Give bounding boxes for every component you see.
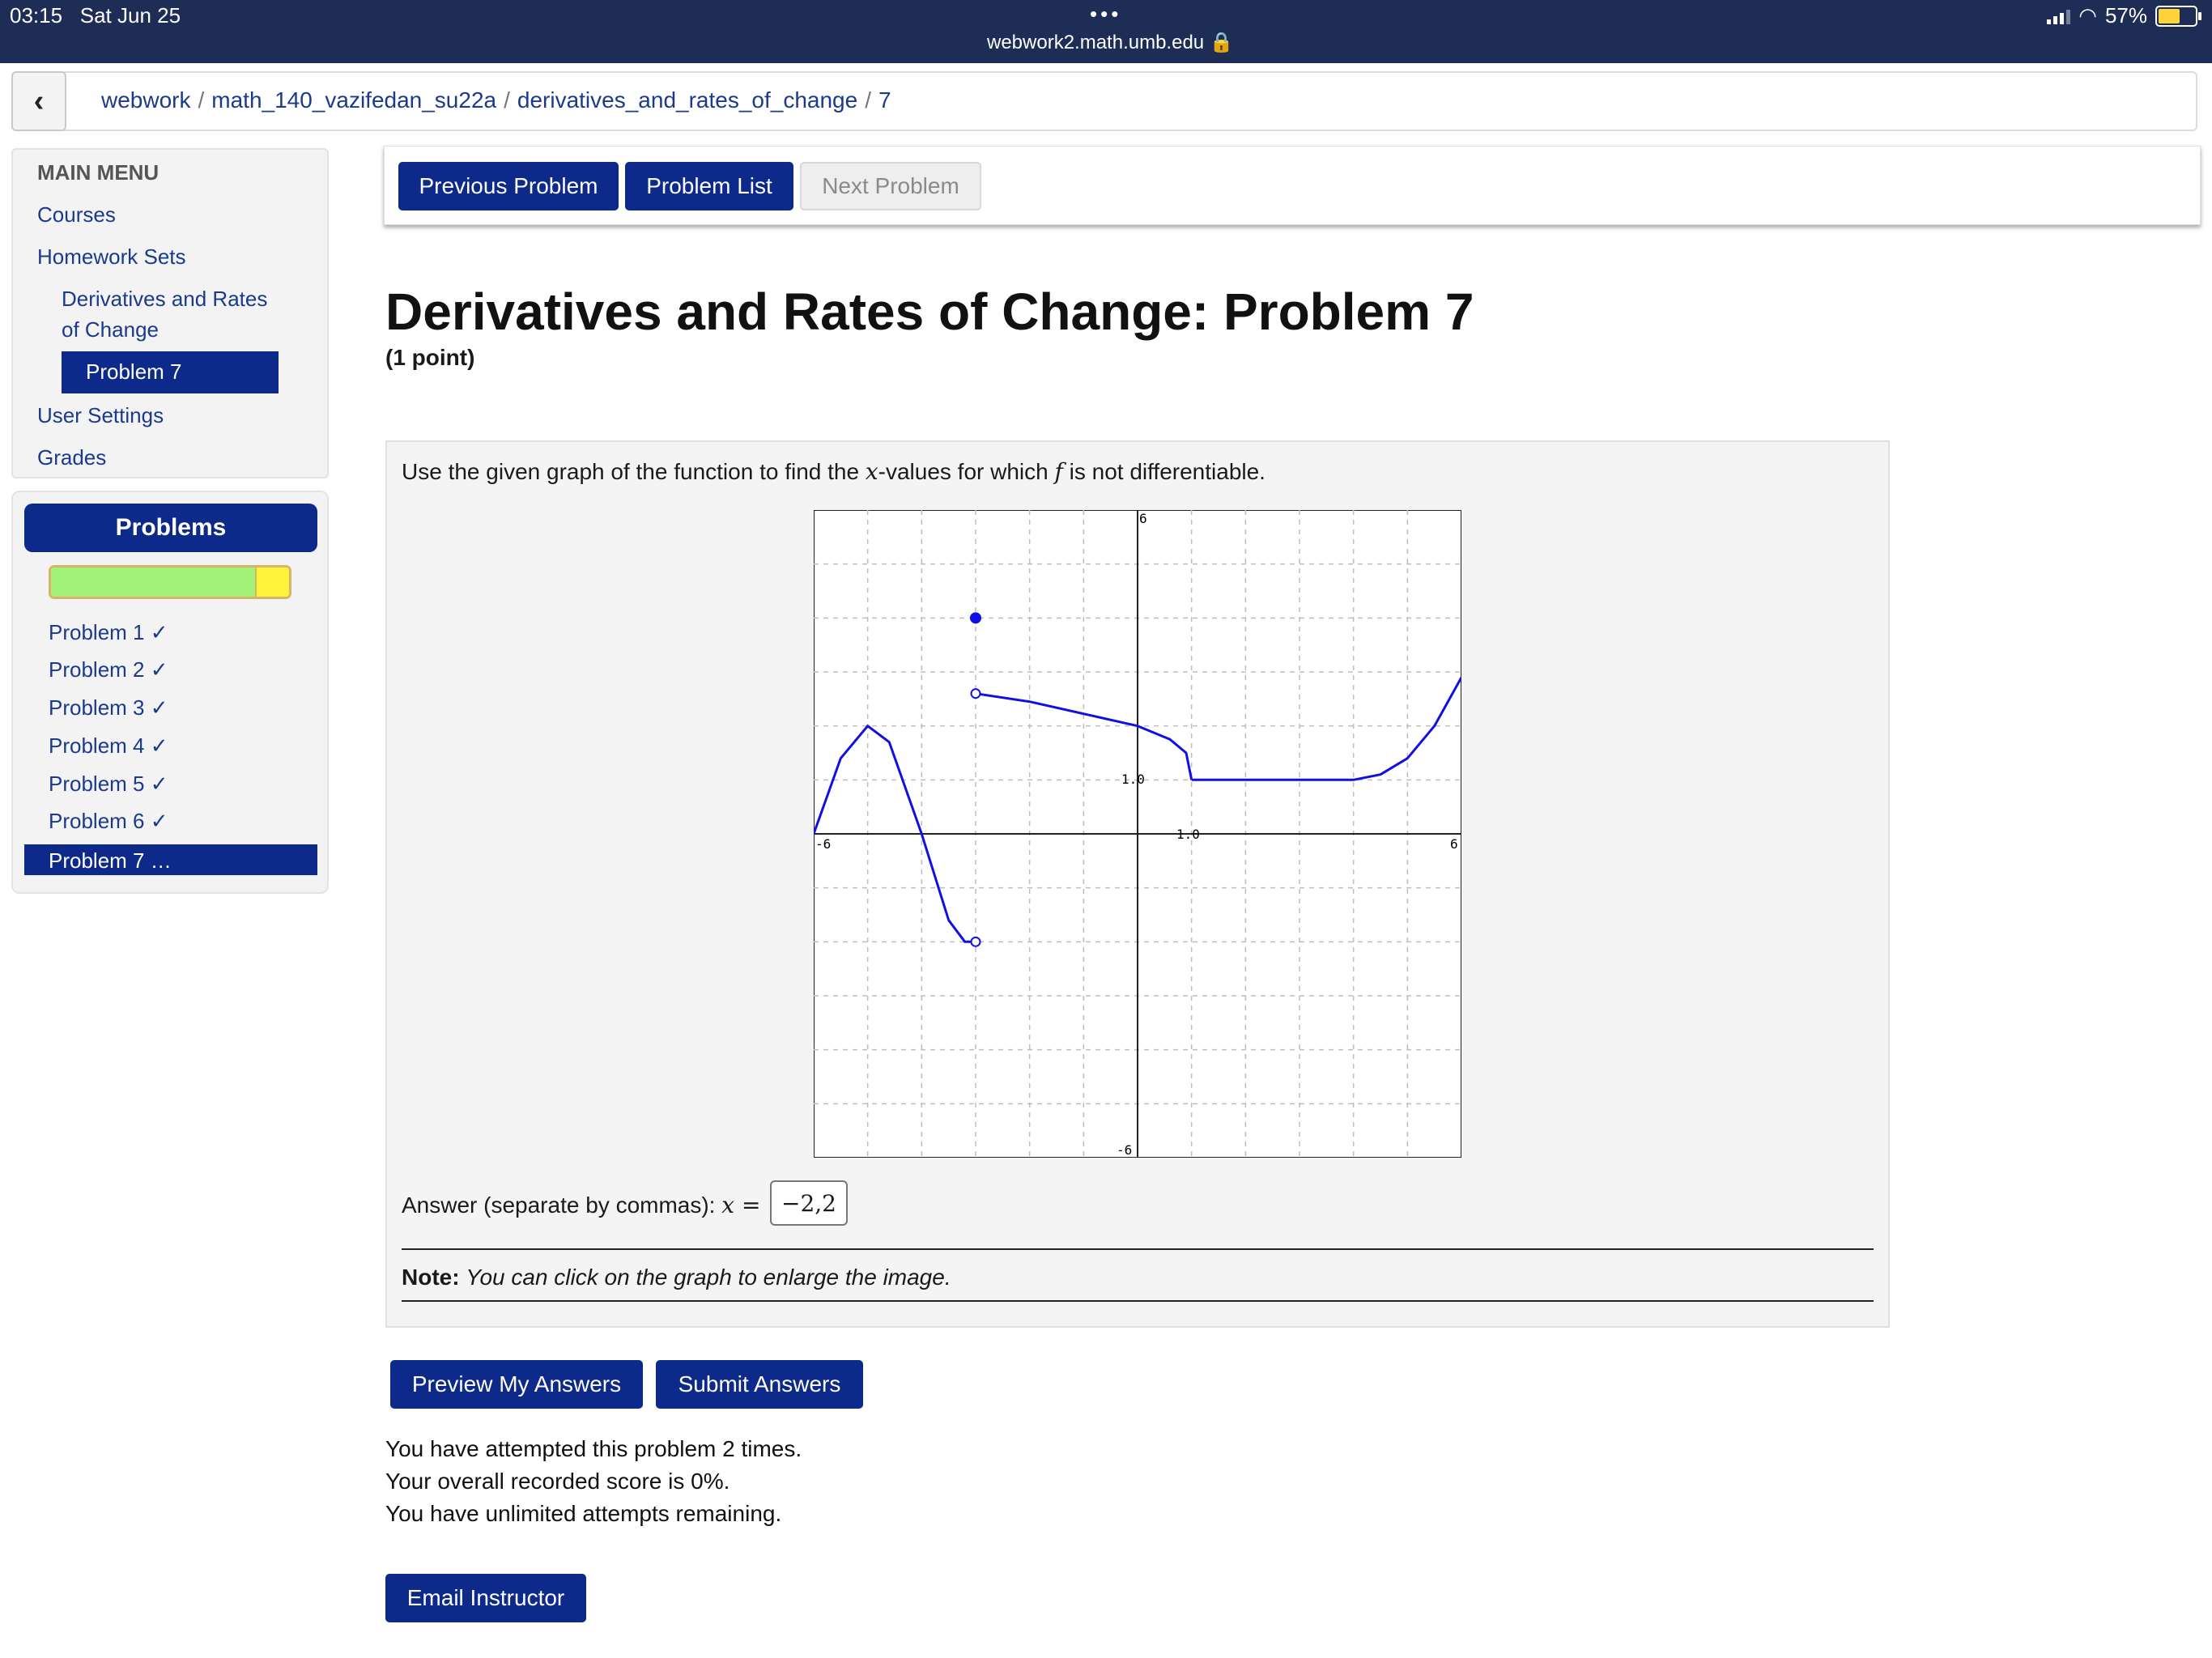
- status-bar: 03:15 Sat Jun 25 ••• webwork2.math.umb.e…: [0, 0, 2212, 63]
- email-instructor-button[interactable]: Email Instructor: [385, 1574, 586, 1622]
- address-url[interactable]: webwork2.math.umb.edu 🔒: [987, 31, 1234, 54]
- progress-attempted: [254, 568, 289, 597]
- x-max-label: 6: [1450, 836, 1458, 852]
- x-min-label: -6: [815, 836, 831, 852]
- answer-label: Answer (separate by commas): x =: [402, 1192, 761, 1218]
- function-graph[interactable]: 6 -6 -6 6 1.0 1.0: [814, 510, 1461, 1158]
- wifi-icon: ◠: [2078, 3, 2097, 28]
- breadcrumb-course[interactable]: math_140_vazifedan_su22a: [211, 87, 496, 113]
- problem-link-2[interactable]: Problem 2 ✓: [49, 657, 168, 682]
- problem-link-4[interactable]: Problem 4 ✓: [49, 733, 168, 759]
- problem-link-7[interactable]: Problem 7 …: [24, 844, 317, 875]
- chevron-left-icon: ‹: [33, 83, 45, 118]
- progress-correct: [51, 568, 255, 597]
- breadcrumb: webwork / math_140_vazifedan_su22a / derivat…: [101, 87, 891, 113]
- divider: [402, 1300, 1874, 1302]
- breadcrumb-problem[interactable]: 7: [878, 87, 891, 113]
- menu-grades[interactable]: Grades: [37, 445, 106, 470]
- breadcrumb-webwork[interactable]: webwork: [101, 87, 190, 113]
- problem-link-1[interactable]: Problem 1 ✓: [49, 620, 168, 645]
- problem-list-button[interactable]: Problem List: [625, 162, 793, 210]
- divider: [402, 1248, 1874, 1250]
- menu-courses[interactable]: Courses: [37, 202, 116, 227]
- battery-percent: 57%: [2104, 3, 2147, 28]
- note: Note: You can click on the graph to enla…: [402, 1265, 951, 1290]
- y-tick-label: 1.0: [1121, 772, 1145, 787]
- progress-bar: [49, 565, 291, 599]
- more-dots-icon[interactable]: •••: [1090, 2, 1121, 27]
- previous-problem-button[interactable]: Previous Problem: [398, 162, 619, 210]
- problem-link-5[interactable]: Problem 5 ✓: [49, 772, 168, 797]
- status-indicators: ◠ 57%: [2047, 3, 2201, 28]
- x-tick-label: 1.0: [1176, 827, 1200, 842]
- page-title: Derivatives and Rates of Change: Problem…: [385, 283, 1474, 341]
- breadcrumb-set[interactable]: derivatives_and_rates_of_change: [517, 87, 857, 113]
- menu-set-derivatives[interactable]: Derivatives and Rates of Change: [62, 287, 267, 347]
- menu-problem-7[interactable]: Problem 7: [62, 351, 279, 393]
- menu-user-settings[interactable]: User Settings: [37, 403, 164, 428]
- problem-link-3[interactable]: Problem 3 ✓: [49, 695, 168, 721]
- y-max-label: 6: [1139, 511, 1147, 526]
- main-menu-title: MAIN MENU: [37, 160, 160, 185]
- attempts-count: You have attempted this problem 2 times.: [385, 1436, 802, 1461]
- next-problem-button: Next Problem: [800, 162, 981, 210]
- open-point: [970, 688, 981, 699]
- lock-icon: 🔒: [1209, 32, 1234, 53]
- status-time: 03:15 Sat Jun 25: [10, 3, 181, 28]
- recorded-score: Your overall recorded score is 0%.: [385, 1469, 730, 1494]
- problems-panel-title: Problems: [24, 504, 317, 552]
- answer-input[interactable]: −2,2: [770, 1180, 848, 1226]
- open-point: [970, 936, 981, 947]
- back-button[interactable]: ‹: [11, 71, 66, 131]
- preview-answers-button[interactable]: Preview My Answers: [390, 1360, 643, 1409]
- cellular-signal-icon: [2047, 8, 2071, 24]
- submit-answers-button[interactable]: Submit Answers: [656, 1360, 863, 1409]
- battery-icon: [2155, 5, 2201, 27]
- problem-link-6[interactable]: Problem 6 ✓: [49, 809, 168, 834]
- problem-points: (1 point): [385, 345, 475, 370]
- menu-homework-sets[interactable]: Homework Sets: [37, 244, 186, 270]
- attempts-remaining: You have unlimited attempts remaining.: [385, 1501, 782, 1526]
- problem-prompt: Use the given graph of the function to f…: [402, 458, 1266, 485]
- y-min-label: -6: [1117, 1142, 1132, 1158]
- filled-point: [970, 612, 981, 624]
